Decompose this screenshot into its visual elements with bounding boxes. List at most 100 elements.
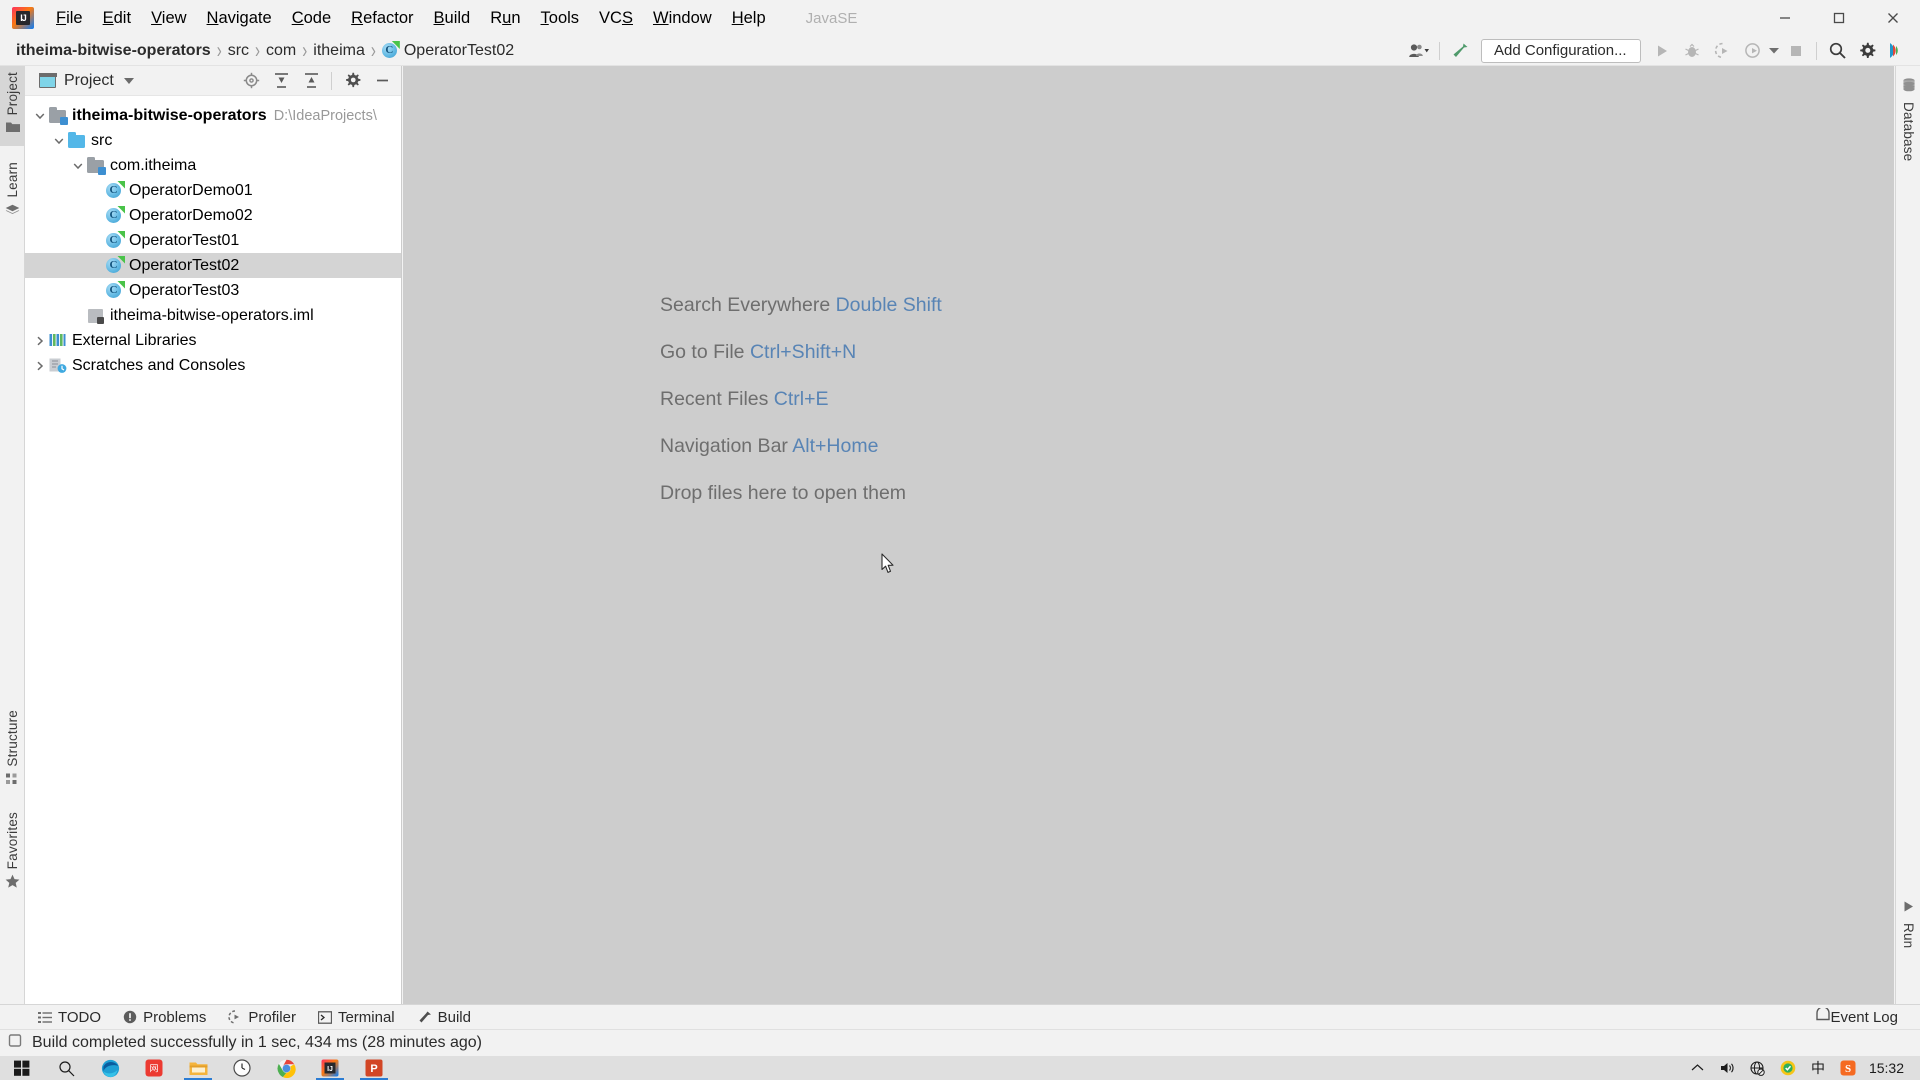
tree-node-external-libraries[interactable]: External Libraries [25, 328, 401, 353]
powerpoint-icon[interactable]: P [352, 1056, 396, 1080]
tree-twisty-down-icon[interactable] [31, 103, 49, 128]
app-red-icon[interactable]: 网 [132, 1056, 176, 1080]
tree-node-itheima-bitwise-operators[interactable]: itheima-bitwise-operators D:\IdeaProjects… [25, 103, 401, 128]
settings-gear-icon[interactable] [1852, 37, 1882, 65]
target-locate-icon[interactable] [236, 67, 266, 95]
tree-twisty-down-icon[interactable] [50, 128, 68, 153]
add-configuration-button[interactable]: Add Configuration... [1481, 38, 1641, 63]
hide-minimize-icon[interactable] [367, 67, 397, 95]
build-hammer-icon[interactable] [1445, 37, 1475, 65]
bottom-tab-build[interactable]: Build [417, 1009, 471, 1026]
menu-item-window[interactable]: Window [643, 6, 722, 31]
menu-item-navigate[interactable]: Navigate [197, 6, 282, 31]
settings-gear-icon[interactable] [337, 67, 367, 95]
network-disconnected-icon[interactable] [1743, 1056, 1773, 1080]
editor-hint-0: Search Everywhere Double Shift [660, 294, 942, 317]
sidebar-item-structure[interactable]: Structure [0, 704, 25, 798]
sidebar-item-run-label: Run [1901, 923, 1916, 949]
windows-taskbar: 网 IJ P 中 S 15:32 [0, 1056, 1920, 1080]
event-log-button[interactable]: Event Log [1816, 1006, 1898, 1026]
tree-node-label: itheima-bitwise-operators.iml [110, 306, 314, 324]
menu-item-build[interactable]: Build [424, 6, 481, 31]
sogou-input-icon[interactable]: S [1833, 1056, 1863, 1080]
editor-hint-shortcut: Ctrl+Shift+N [749, 341, 857, 363]
profiler-dropdown-icon[interactable] [1737, 37, 1767, 65]
menu-item-edit[interactable]: Edit [93, 6, 141, 31]
sidebar-item-project[interactable]: Project [0, 66, 25, 147]
ide-assistant-icon[interactable] [1882, 37, 1912, 65]
debug-icon[interactable] [1677, 37, 1707, 65]
microsoft-edge-icon[interactable] [88, 1056, 132, 1080]
show-hidden-icons-chevron[interactable] [1683, 1056, 1713, 1080]
bottom-tab-profiler[interactable]: Profiler [228, 1009, 296, 1026]
breadcrumb-item-itheima-bitwise-operators[interactable]: itheima-bitwise-operators [12, 42, 215, 60]
maximize-icon[interactable] [1812, 0, 1866, 36]
project-window-icon [38, 72, 57, 88]
breadcrumb-item-src[interactable]: src [224, 42, 253, 60]
menu-item-vcs[interactable]: VCS [589, 6, 643, 31]
tree-node-scratches-and-consoles[interactable]: Scratches and Consoles [25, 353, 401, 378]
update-app-icon[interactable] [1773, 1056, 1803, 1080]
bottom-tab-terminal[interactable]: Terminal [317, 1009, 395, 1026]
profiler-caret-icon[interactable] [1767, 37, 1781, 65]
minimize-icon[interactable] [1758, 0, 1812, 36]
tree-twisty-placeholder [88, 253, 106, 278]
tree-node-operatortest01[interactable]: C OperatorTest01 [25, 228, 401, 253]
problems-warning-icon [123, 1010, 137, 1024]
bottom-tab-todo[interactable]: TODO [38, 1009, 101, 1026]
tree-node-operatortest02[interactable]: C OperatorTest02 [25, 253, 401, 278]
event-log-icon [1816, 1006, 1831, 1026]
stop-icon[interactable] [1781, 37, 1811, 65]
menu-item-run[interactable]: Run [480, 6, 530, 31]
libraries-icon [49, 332, 67, 350]
tree-node-com-itheima[interactable]: com.itheima [25, 153, 401, 178]
breadcrumb-item-operatortest02[interactable]: C OperatorTest02 [378, 41, 518, 60]
search-icon[interactable] [44, 1056, 88, 1080]
google-chrome-icon[interactable] [264, 1056, 308, 1080]
breadcrumb-item-com[interactable]: com [262, 42, 300, 60]
menu-item-tools[interactable]: Tools [531, 6, 590, 31]
windows-start-icon[interactable] [0, 1056, 44, 1080]
tree-node-label: com.itheima [110, 156, 197, 174]
tree-node-label: itheima-bitwise-operators [72, 106, 267, 124]
ime-chinese-icon[interactable]: 中 [1803, 1056, 1833, 1080]
user-dropdown-icon[interactable] [1404, 37, 1434, 65]
editor-hint-shortcut: Double Shift [835, 294, 942, 316]
intellij-idea-icon[interactable]: IJ [308, 1056, 352, 1080]
file-explorer-icon[interactable] [176, 1056, 220, 1080]
run-icon[interactable] [1647, 37, 1677, 65]
menu-item-code[interactable]: Code [282, 6, 341, 31]
structure-icon [6, 772, 19, 790]
sidebar-item-run[interactable]: Run [1896, 894, 1920, 954]
collapse-all-icon[interactable] [296, 67, 326, 95]
editor-empty-area[interactable]: Search Everywhere Double Shift Go to File… [403, 66, 1894, 1004]
tree-node-operatortest03[interactable]: C OperatorTest03 [25, 278, 401, 303]
run-with-coverage-icon[interactable] [1707, 37, 1737, 65]
sidebar-item-favorites[interactable]: Favorites [0, 806, 25, 901]
tree-twisty-right-icon[interactable] [31, 353, 49, 378]
breadcrumb-item-itheima[interactable]: itheima [309, 42, 369, 60]
close-icon[interactable] [1866, 0, 1920, 36]
profiler-icon [228, 1010, 242, 1024]
tree-twisty-down-icon[interactable] [69, 153, 87, 178]
sidebar-item-learn[interactable]: Learn [0, 156, 25, 229]
clock-app-icon[interactable] [220, 1056, 264, 1080]
breadcrumb: itheima-bitwise-operators › src › com › itheim… [0, 38, 518, 64]
volume-icon[interactable] [1713, 1056, 1743, 1080]
sidebar-item-database[interactable]: Database [1896, 72, 1920, 167]
tree-node-operatordemo02[interactable]: C OperatorDemo02 [25, 203, 401, 228]
expand-all-icon[interactable] [266, 67, 296, 95]
tree-twisty-right-icon[interactable] [31, 328, 49, 353]
search-icon[interactable] [1822, 37, 1852, 65]
menu-item-help[interactable]: Help [722, 6, 776, 31]
menu-item-refactor[interactable]: Refactor [341, 6, 423, 31]
tree-node-src[interactable]: src [25, 128, 401, 153]
bottom-tab-problems[interactable]: Problems [123, 1009, 206, 1026]
menu-item-view[interactable]: View [141, 6, 196, 31]
tree-node-operatordemo01[interactable]: C OperatorDemo01 [25, 178, 401, 203]
java-class-icon: C [106, 230, 125, 250]
tree-node-itheima-bitwise-operators-iml[interactable]: itheima-bitwise-operators.iml [25, 303, 401, 328]
menu-item-file[interactable]: File [46, 6, 93, 31]
taskbar-clock[interactable]: 15:32 [1863, 1060, 1916, 1076]
chevron-down-icon[interactable] [123, 77, 134, 84]
